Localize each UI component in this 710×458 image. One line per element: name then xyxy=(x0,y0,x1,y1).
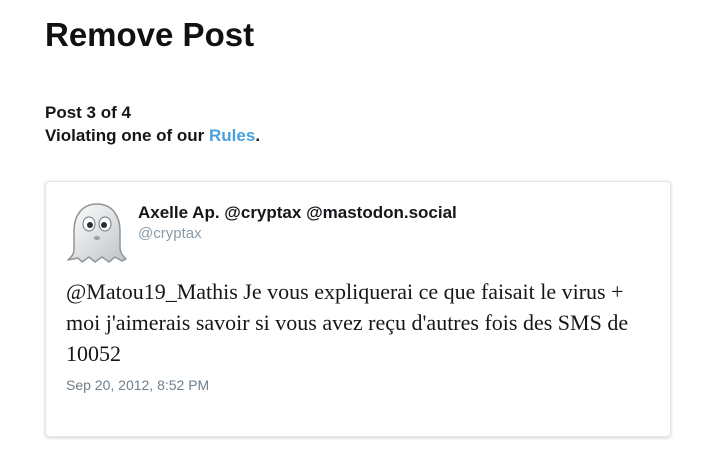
rules-link[interactable]: Rules xyxy=(209,126,255,145)
author-handle[interactable]: @cryptax xyxy=(138,224,202,244)
avatar xyxy=(65,200,129,264)
ghost-icon xyxy=(67,203,127,263)
removal-reason: Violating one of our Rules. xyxy=(45,124,260,148)
post-card: Axelle Ap. @cryptax @mastodon.social @cr… xyxy=(45,181,671,437)
post-progress: Post 3 of 4 xyxy=(45,103,131,122)
post-text: @Matou19_Mathis Je vous expliquerai ce q… xyxy=(66,279,629,366)
post-timestamp: Sep 20, 2012, 8:52 PM xyxy=(66,377,210,393)
removal-reason-suffix: . xyxy=(255,126,261,145)
author-name[interactable]: Axelle Ap. @cryptax @mastodon.social xyxy=(138,202,457,224)
page-title: Remove Post xyxy=(45,16,255,53)
removal-reason-prefix: Violating one of our xyxy=(45,126,210,145)
